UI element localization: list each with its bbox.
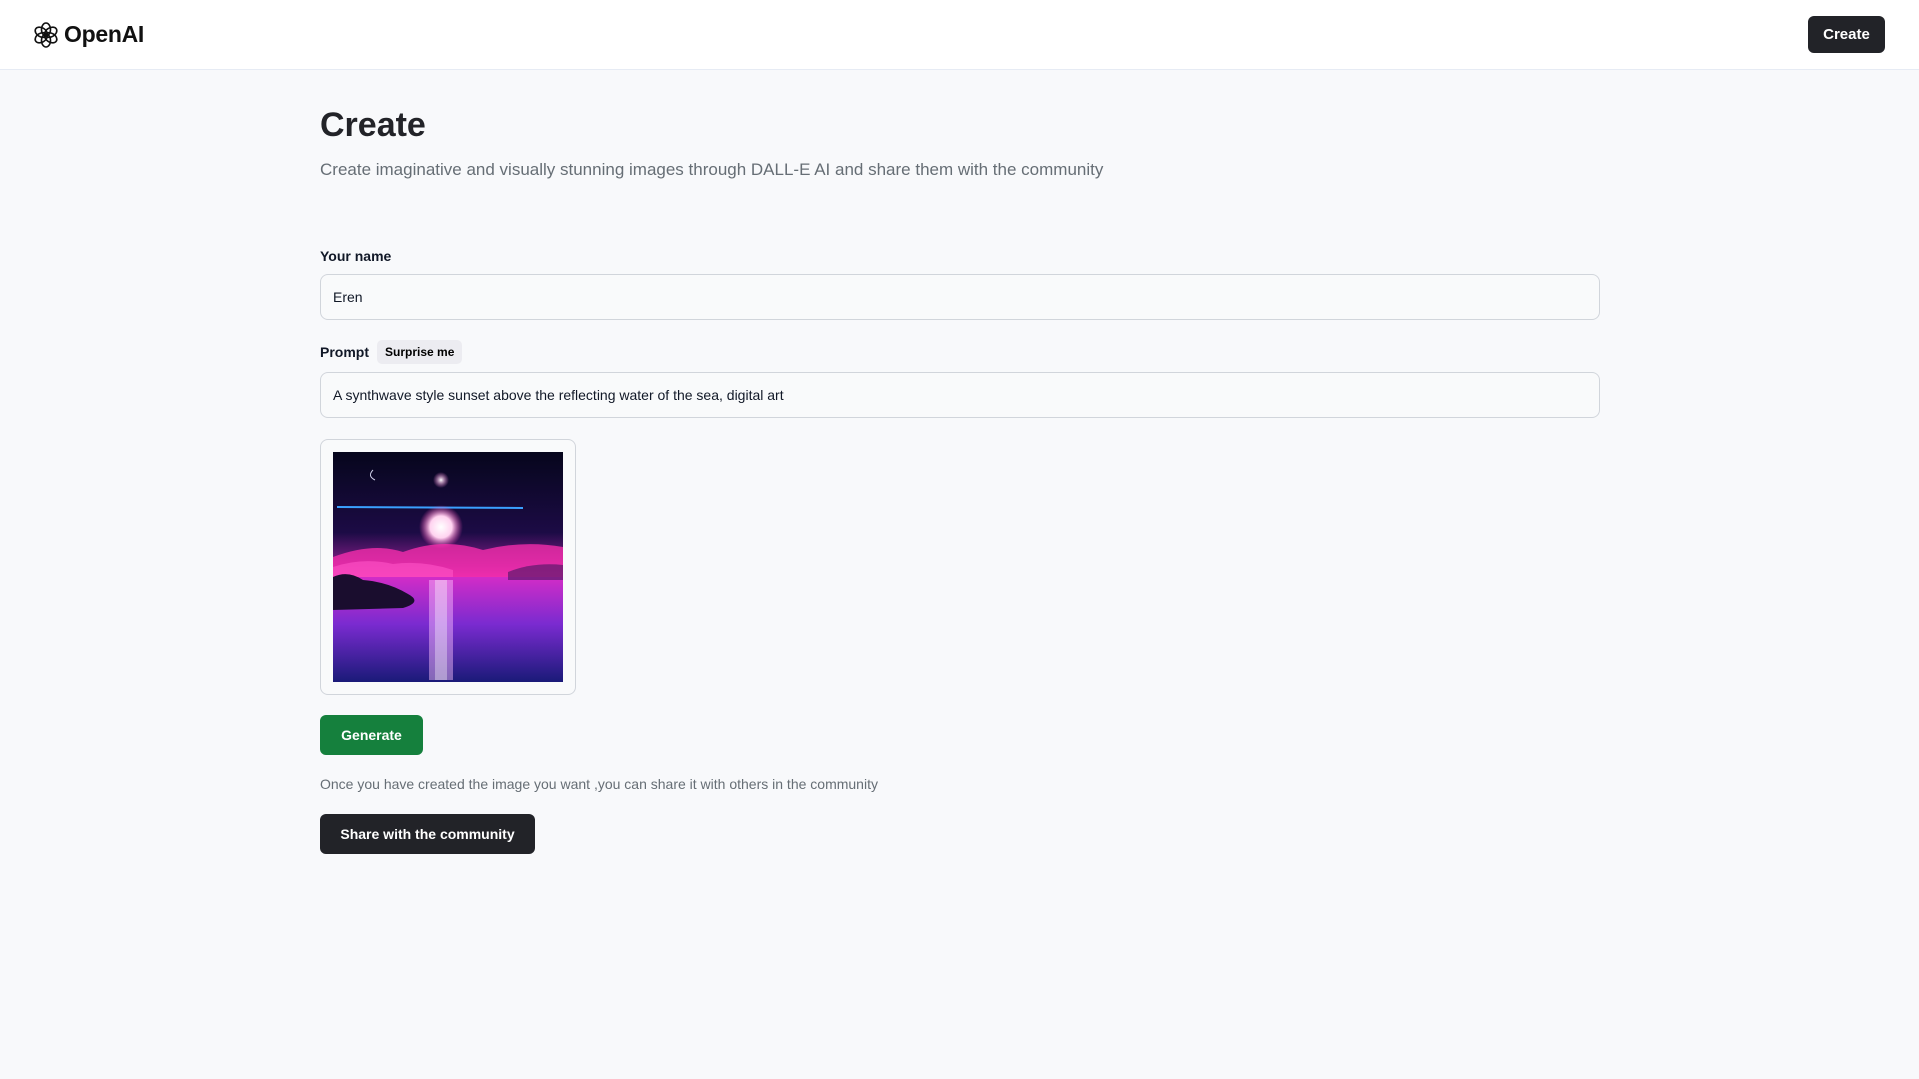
generated-image-frame xyxy=(320,439,576,695)
name-input-value: Eren xyxy=(333,289,363,305)
generate-button[interactable]: Generate xyxy=(320,715,423,755)
brand-name: OpenAI xyxy=(64,21,144,47)
prompt-input-value: A synthwave style sunset above the refle… xyxy=(333,387,784,403)
create-nav-button[interactable]: Create xyxy=(1808,16,1885,53)
name-input[interactable]: Eren xyxy=(320,274,1600,320)
page-subtitle: Create imaginative and visually stunning… xyxy=(320,160,1104,179)
prompt-label: Prompt xyxy=(320,344,369,360)
openai-logo[interactable]: OpenAI xyxy=(32,21,144,49)
top-navbar: OpenAI Create xyxy=(0,0,1919,70)
prompt-label-row: Prompt Surprise me xyxy=(320,340,463,364)
prompt-input[interactable]: A synthwave style sunset above the refle… xyxy=(320,372,1600,418)
name-label: Your name xyxy=(320,248,392,264)
page-title: Create xyxy=(320,106,426,144)
share-with-community-button[interactable]: Share with the community xyxy=(320,814,535,854)
share-hint-text: Once you have created the image you want… xyxy=(320,776,878,792)
surprise-me-button[interactable]: Surprise me xyxy=(377,340,463,364)
openai-logo-icon xyxy=(34,21,58,48)
generated-image xyxy=(333,452,563,682)
